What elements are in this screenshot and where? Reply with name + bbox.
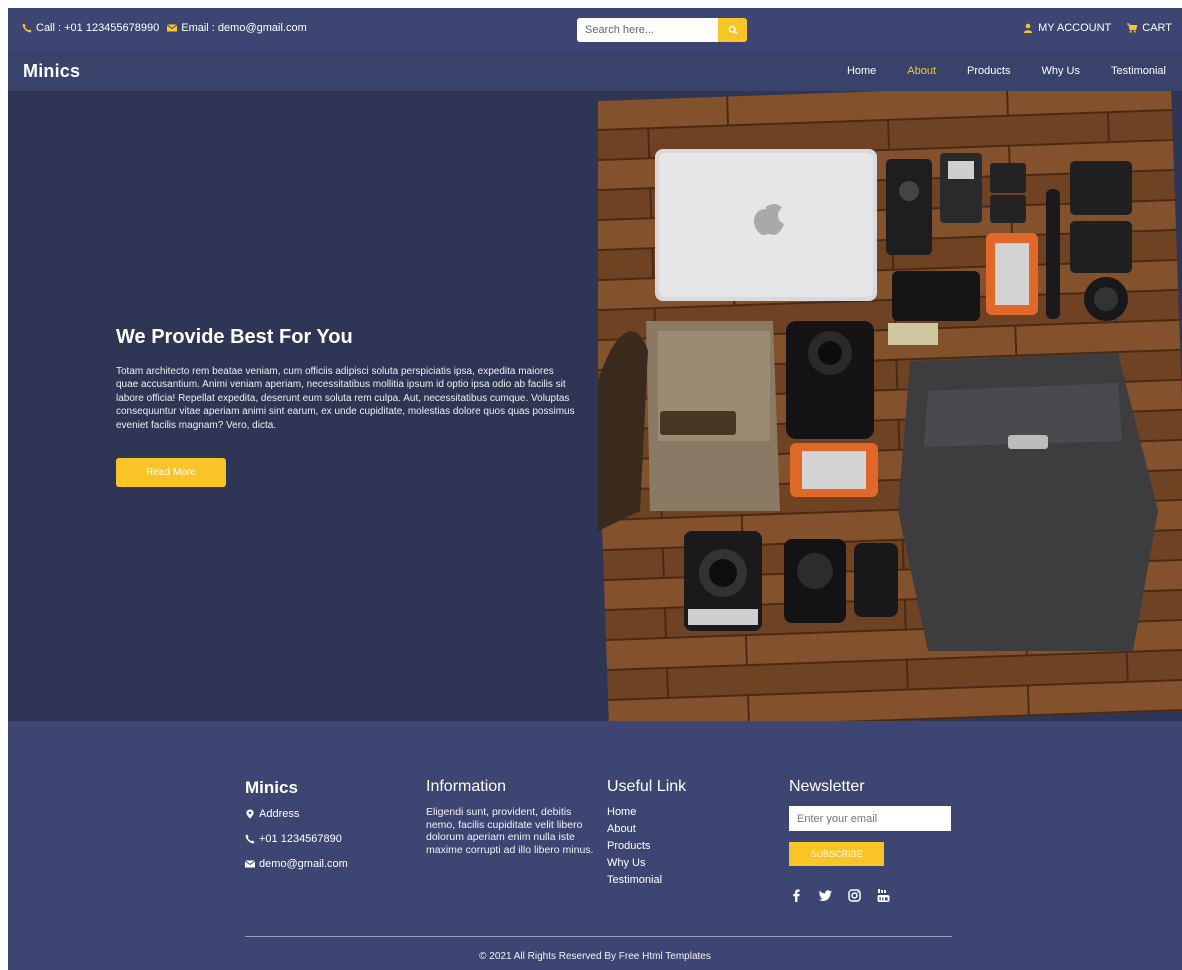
social-links: [789, 888, 951, 903]
envelope-icon: [245, 859, 255, 869]
cart-label: CART: [1142, 22, 1172, 34]
search-form: [577, 18, 747, 42]
footer-address-text: Address: [259, 808, 300, 820]
useful-link-heading: Useful Link: [607, 778, 687, 795]
footer-link-home[interactable]: Home: [607, 806, 686, 818]
footer-newsletter-column: Newsletter SUBSCRIBE: [789, 778, 951, 903]
footer-link-testimonial[interactable]: Testimonial: [607, 874, 686, 886]
twitter-icon[interactable]: [818, 888, 833, 903]
email-text: Email : demo@gmail.com: [181, 22, 307, 34]
footer-info-column: Information Eligendi sunt, provident, de…: [426, 778, 596, 856]
newsletter-heading: Newsletter: [789, 778, 865, 795]
page: Call : +01 123455678990 Email : demo@gma…: [8, 8, 1182, 970]
copyright-text: © 2021 All Rights Reserved By Free Html …: [479, 951, 711, 962]
subscribe-button[interactable]: SUBSCRIBE: [789, 842, 884, 866]
footer-brand-column: Minics Address +01 1234567890 demo@gmail…: [245, 778, 348, 883]
phone-icon: [245, 834, 255, 844]
contact-info: Call : +01 123455678990 Email : demo@gma…: [22, 22, 307, 34]
search-icon: [728, 25, 738, 35]
nav-item-why-us[interactable]: Why Us: [1041, 65, 1080, 77]
facebook-icon[interactable]: [789, 888, 804, 903]
cart-link[interactable]: CART: [1127, 22, 1172, 34]
nav-item-home[interactable]: Home: [847, 65, 876, 77]
top-bar: Call : +01 123455678990 Email : demo@gma…: [8, 8, 1182, 51]
my-account-label: MY ACCOUNT: [1038, 22, 1112, 34]
about-title: We Provide Best For You: [116, 326, 353, 348]
information-text: Eligendi sunt, provident, debitis nemo, …: [426, 806, 594, 856]
instagram-icon[interactable]: [847, 888, 862, 903]
footer-links-column: Useful Link Home About Products Why Us T…: [607, 778, 686, 891]
about-text-panel: We Provide Best For You Totam architecto…: [8, 91, 598, 721]
nav-item-testimonial[interactable]: Testimonial: [1111, 65, 1166, 77]
footer-email[interactable]: demo@gmail.com: [245, 858, 348, 870]
nav-menu: Home About Products Why Us Testimonial: [847, 65, 1166, 77]
envelope-icon: [167, 23, 178, 33]
information-heading: Information: [426, 778, 507, 795]
footer-link-why-us[interactable]: Why Us: [607, 857, 686, 869]
youtube-icon[interactable]: [876, 888, 891, 903]
footer-link-products[interactable]: Products: [607, 840, 686, 852]
footer-divider: [245, 936, 952, 937]
brand-logo[interactable]: Minics: [23, 61, 80, 82]
footer-address[interactable]: Address: [245, 808, 348, 820]
footer-link-about[interactable]: About: [607, 823, 686, 835]
user-icon: [1023, 23, 1033, 33]
account-links: MY ACCOUNT CART: [1023, 22, 1172, 34]
main-nav: Minics Home About Products Why Us Testim…: [8, 51, 1182, 91]
about-paragraph: Totam architecto rem beatae veniam, cum …: [116, 366, 575, 431]
search-button[interactable]: [718, 18, 747, 42]
about-image: [598, 91, 1182, 721]
map-marker-icon: [245, 809, 255, 819]
about-section: We Provide Best For You Totam architecto…: [8, 91, 1182, 721]
read-more-button[interactable]: Read More: [116, 458, 226, 487]
search-input[interactable]: [577, 18, 718, 42]
footer-phone-text: +01 1234567890: [259, 833, 342, 845]
cart-icon: [1127, 23, 1138, 33]
footer: Minics Address +01 1234567890 demo@gmail…: [8, 721, 1182, 970]
footer-email-text: demo@gmail.com: [259, 858, 348, 870]
nav-item-products[interactable]: Products: [967, 65, 1010, 77]
newsletter-email-input[interactable]: [789, 806, 951, 831]
my-account-link[interactable]: MY ACCOUNT: [1023, 22, 1111, 34]
footer-phone[interactable]: +01 1234567890: [245, 833, 348, 845]
nav-item-about[interactable]: About: [907, 65, 936, 77]
phone-icon: [22, 23, 32, 33]
footer-brand: Minics: [245, 778, 298, 797]
gear-flatlay-image: [598, 91, 1182, 721]
call-text: Call : +01 123455678990: [36, 22, 160, 34]
